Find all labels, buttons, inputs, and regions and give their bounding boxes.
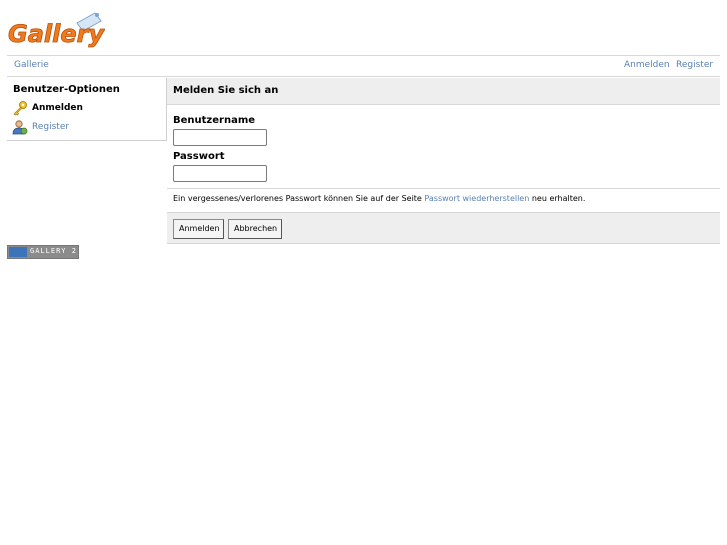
- gallery-logo-image: Gallery: [8, 12, 106, 48]
- username-field[interactable]: [173, 129, 267, 146]
- header-register-link[interactable]: Register: [676, 60, 713, 70]
- breadcrumb: Gallerie Anmelden Register: [7, 55, 720, 77]
- username-label: Benutzername: [173, 115, 256, 126]
- key-icon: [12, 100, 28, 116]
- recover-prefix: Ein vergessenes/verlorenes Passwort könn…: [173, 194, 422, 203]
- sidebar-item-login[interactable]: Anmelden: [12, 100, 162, 116]
- sidebar-item-label: Register: [32, 122, 70, 132]
- sidebar-item-label: Anmelden: [32, 103, 83, 113]
- sidebar-item-register[interactable]: Register: [12, 119, 162, 135]
- recover-password-text: Ein vergessenes/verlorenes Passwort könn…: [173, 194, 585, 203]
- page-title: Melden Sie sich an: [173, 85, 279, 96]
- header-login-link[interactable]: Anmelden: [624, 60, 670, 70]
- login-button[interactable]: Anmelden: [173, 219, 224, 239]
- user-icon: [12, 119, 28, 135]
- sidebar: Benutzer-Optionen Anmelden Register: [7, 78, 167, 141]
- recover-password-link[interactable]: Passwort wiederherstellen: [424, 194, 529, 203]
- divider: [167, 188, 720, 189]
- gallery-logo[interactable]: Gallery: [7, 9, 106, 53]
- logo-text: Gallery: [8, 20, 105, 48]
- breadcrumb-gallery-link[interactable]: Gallerie: [14, 60, 49, 70]
- cancel-button[interactable]: Abbrechen: [228, 219, 282, 239]
- powered-by-gallery-badge[interactable]: GALLERY 2: [7, 245, 79, 259]
- sidebar-title: Benutzer-Optionen: [13, 84, 120, 95]
- button-bar: Anmelden Abbrechen: [167, 212, 720, 244]
- recover-suffix: neu erhalten.: [531, 194, 586, 203]
- password-field[interactable]: [173, 165, 267, 182]
- login-panel-header: Melden Sie sich an: [167, 78, 720, 105]
- badge-text: GALLERY 2: [30, 247, 77, 255]
- gallery-badge-icon: [9, 247, 27, 257]
- password-label: Passwort: [173, 151, 225, 162]
